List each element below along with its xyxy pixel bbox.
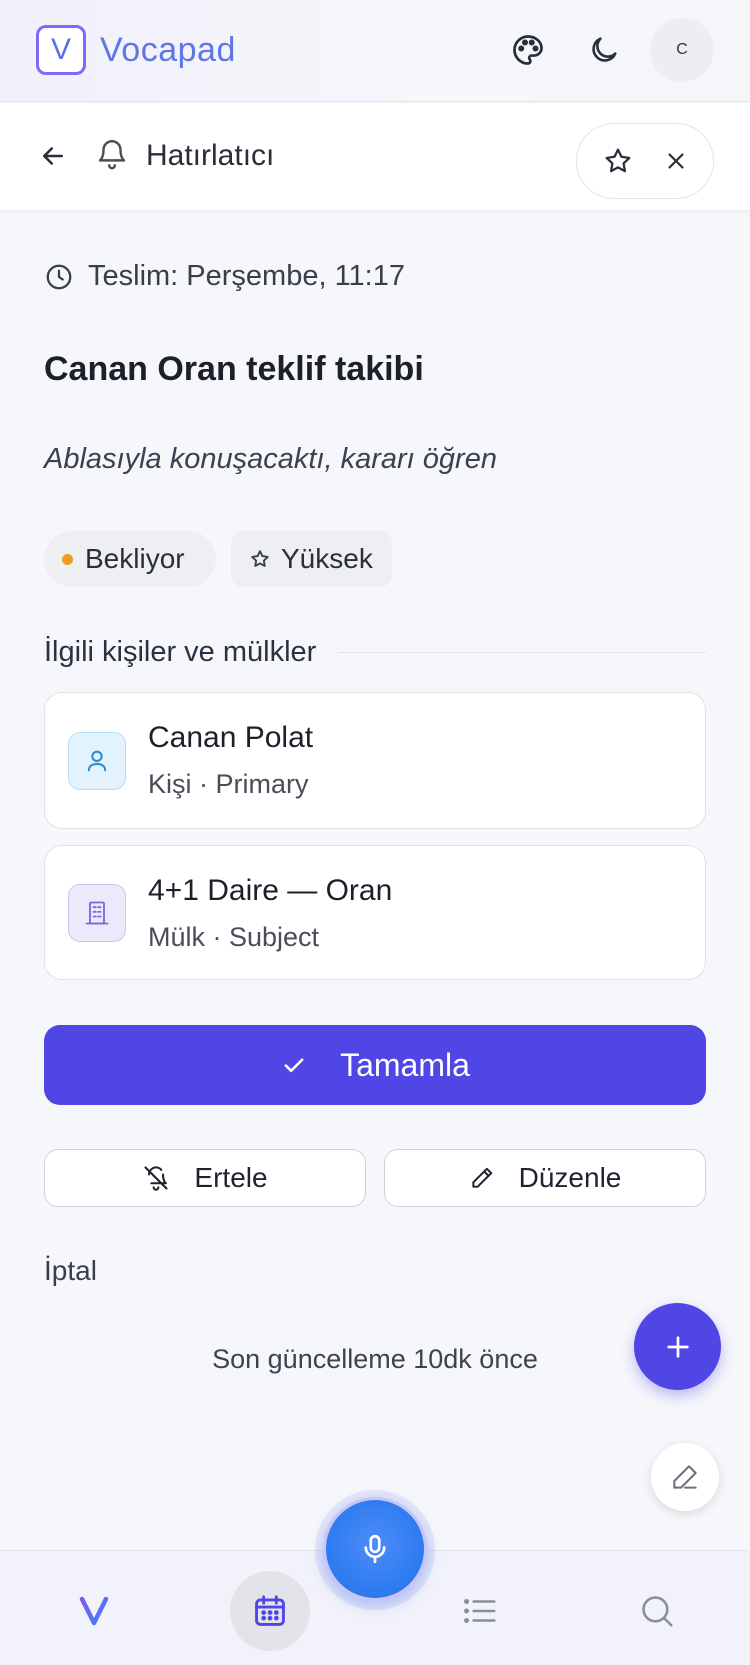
star-outline-icon xyxy=(249,548,271,570)
complete-label: Tamamla xyxy=(340,1046,470,1083)
page-header: Hatırlatıcı xyxy=(0,103,750,211)
avatar[interactable]: C xyxy=(650,18,714,82)
due-date: Teslim: Perşembe, 11:17 xyxy=(44,260,405,293)
related-meta: Kişi · Primary xyxy=(148,769,309,799)
add-button[interactable] xyxy=(634,1303,721,1390)
star-icon[interactable] xyxy=(602,145,634,177)
clock-icon xyxy=(44,262,74,292)
header-actions xyxy=(576,123,714,199)
nav-list[interactable] xyxy=(440,1571,520,1651)
search-icon xyxy=(638,1592,676,1630)
complete-button[interactable]: Tamamla xyxy=(44,1025,706,1105)
moon-icon[interactable] xyxy=(572,18,636,82)
logo-mark: V xyxy=(36,25,86,75)
plus-icon xyxy=(662,1331,694,1363)
status-label: Bekliyor xyxy=(85,543,185,574)
priority-label: Yüksek xyxy=(281,543,373,574)
logo-v-icon xyxy=(76,1593,112,1629)
status-badge: Bekliyor xyxy=(44,531,216,587)
pen-icon xyxy=(669,1461,701,1493)
related-name: 4+1 Daire — Oran xyxy=(148,874,393,907)
nav-home[interactable] xyxy=(54,1571,134,1651)
microphone-icon xyxy=(358,1532,392,1566)
bell-icon xyxy=(95,137,129,171)
nav-calendar[interactable] xyxy=(230,1571,310,1651)
quick-note-button[interactable] xyxy=(651,1443,719,1511)
priority-badge: Yüksek xyxy=(231,531,392,587)
edit-button[interactable]: Düzenle xyxy=(384,1149,706,1207)
related-section-header: İlgili kişiler ve mülkler xyxy=(44,636,706,669)
related-card-person[interactable]: Canan Polat Kişi · Primary xyxy=(44,692,706,829)
app-logo[interactable]: V Vocapad xyxy=(36,25,236,75)
due-text: Teslim: Perşembe, 11:17 xyxy=(88,260,405,292)
cancel-link[interactable]: İptal xyxy=(44,1255,97,1287)
related-heading: İlgili kişiler ve mülkler xyxy=(44,636,317,668)
palette-icon[interactable] xyxy=(496,18,560,82)
task-title: Canan Oran teklif takibi xyxy=(44,350,424,388)
pencil-icon xyxy=(469,1165,495,1191)
app-name: Vocapad xyxy=(100,30,236,69)
top-bar: V Vocapad C xyxy=(0,0,750,102)
close-icon[interactable] xyxy=(663,148,689,174)
related-card-property[interactable]: 4+1 Daire — Oran Mülk · Subject xyxy=(44,845,706,980)
list-icon xyxy=(461,1592,499,1630)
page-title: Hatırlatıcı xyxy=(146,139,275,172)
voice-button[interactable] xyxy=(323,1497,427,1601)
logo-letter: V xyxy=(50,33,71,66)
snooze-label: Ertele xyxy=(194,1162,268,1193)
building-icon xyxy=(68,884,126,942)
bell-off-icon xyxy=(142,1164,170,1192)
related-meta: Mülk · Subject xyxy=(148,922,320,952)
edit-label: Düzenle xyxy=(518,1162,622,1193)
check-icon xyxy=(280,1051,308,1079)
calendar-icon xyxy=(251,1592,289,1630)
avatar-initial: C xyxy=(676,41,688,58)
back-arrow-icon[interactable] xyxy=(38,141,68,171)
nav-search[interactable] xyxy=(617,1571,697,1651)
status-dot xyxy=(62,553,73,565)
related-name: Canan Polat xyxy=(148,721,314,754)
person-icon xyxy=(68,732,126,790)
divider xyxy=(338,652,706,653)
snooze-button[interactable]: Ertele xyxy=(44,1149,366,1207)
task-description: Ablasıyla konuşacaktı, kararı öğren xyxy=(44,443,497,475)
